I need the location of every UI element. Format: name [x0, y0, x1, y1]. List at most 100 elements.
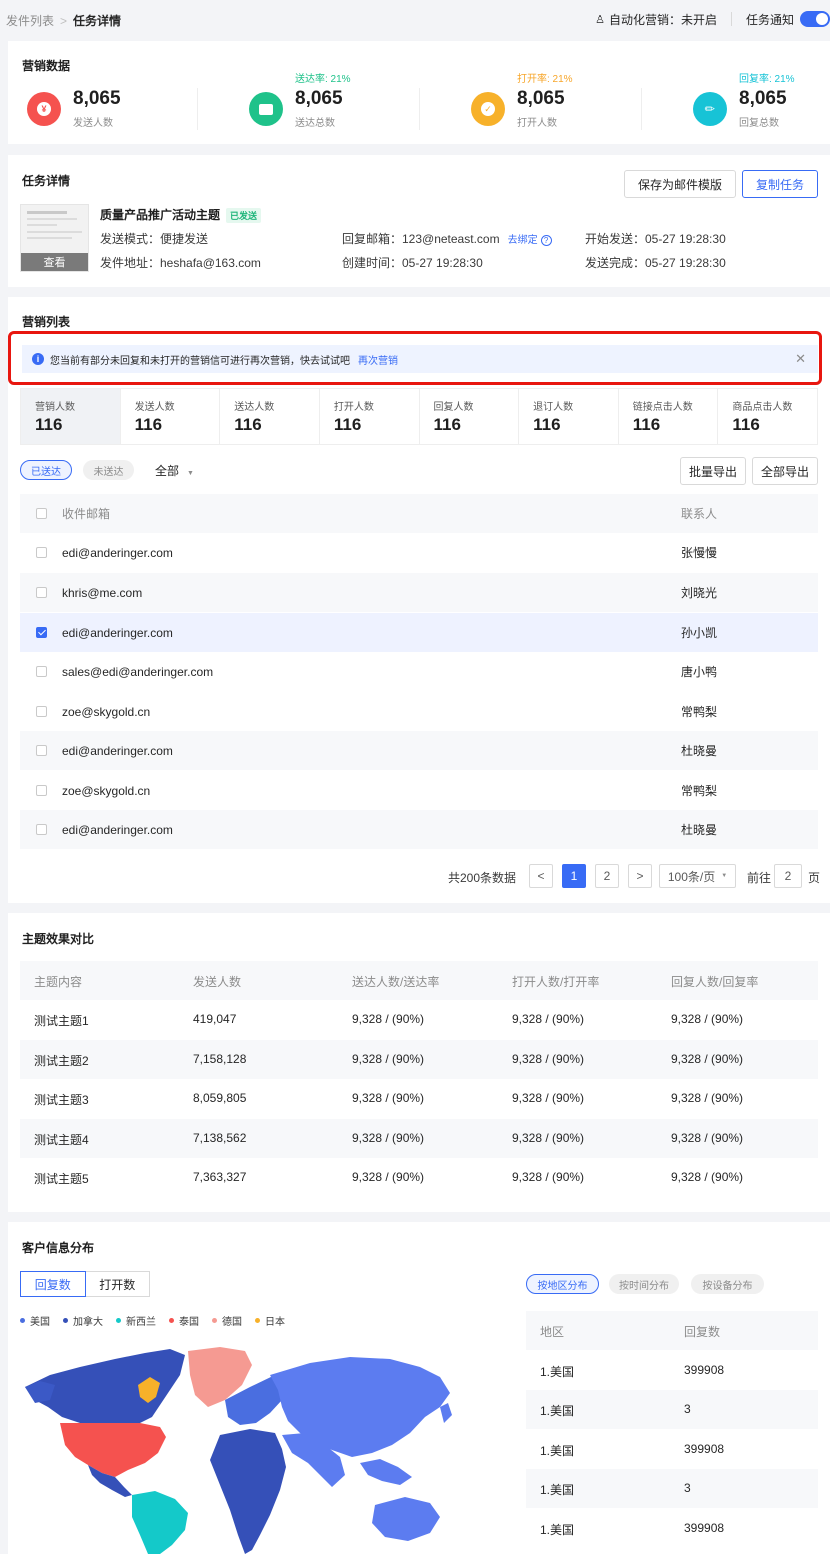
breadcrumb: 发件列表 > 任务详情 [6, 12, 121, 29]
count-value: 116 [632, 415, 661, 434]
caret-down-icon: ▼ [187, 470, 194, 477]
goto-page-input[interactable]: 2 [774, 864, 802, 888]
header-divider [730, 12, 732, 26]
legend-item[interactable]: 日本 [255, 1313, 285, 1328]
customer-dist-title: 客户信息分布 [22, 1241, 95, 1255]
count-tab-sent[interactable]: 发送人数 116 [121, 389, 221, 444]
legend-dot [169, 1318, 174, 1323]
column-header: 地区 [540, 1325, 565, 1339]
automation-status[interactable]: 未开启 [681, 11, 717, 28]
tab-open-count[interactable]: 打开数 [85, 1271, 150, 1297]
legend-item[interactable]: 新西兰 [116, 1313, 156, 1328]
table-row[interactable]: khris@me.com 刘晓光 [20, 573, 818, 612]
cell: 9,328 / (90%) [671, 1052, 744, 1066]
legend-dot [212, 1318, 217, 1323]
cell: 1.美国 [540, 1523, 575, 1537]
row-checkbox[interactable] [36, 547, 47, 558]
row-email: edi@anderinger.com [62, 822, 173, 837]
legend-label: 德国 [222, 1317, 242, 1328]
export-all-button[interactable]: 全部导出 [752, 457, 818, 485]
help-icon[interactable]: ? [540, 235, 552, 246]
count-tab-marketing[interactable]: 营销人数 116 [21, 389, 121, 444]
count-label: 打开人数 [333, 402, 374, 413]
stat-value: 8,065 [517, 88, 565, 109]
count-label: 回复人数 [433, 402, 474, 413]
cell: 9,328 / (90%) [352, 1012, 425, 1026]
count-tab-replied[interactable]: 回复人数 116 [420, 389, 520, 444]
row-checkbox[interactable] [36, 706, 47, 717]
legend-item[interactable]: 泰国 [169, 1313, 199, 1328]
task-subject: 质量产品推广活动主题 已发送 [100, 206, 262, 224]
table-row[interactable]: zoe@skygold.cn 常鸭梨 [20, 771, 818, 810]
row-checkbox[interactable] [36, 627, 47, 638]
robot-icon: ♙ [595, 13, 605, 26]
table-row[interactable]: zoe@skygold.cn 常鸭梨 [20, 692, 818, 731]
tab-by-device[interactable]: 按设备分布 [691, 1274, 764, 1294]
save-template-button[interactable]: 保存为邮件模版 [624, 170, 736, 198]
legend-item[interactable]: 德国 [212, 1313, 242, 1328]
legend-label: 加拿大 [73, 1317, 103, 1328]
cell: 7,138,562 [193, 1131, 247, 1145]
table-row[interactable]: sales@edi@anderinger.com 唐小鸭 [20, 652, 818, 691]
table-row[interactable]: edi@anderinger.com 孙小凯 [20, 613, 818, 652]
stat-delivered: 送达率: 21% 8,065 送达总数 [249, 48, 429, 136]
count-tab-link-click[interactable]: 链接点击人数 116 [619, 389, 719, 444]
page-size-select[interactable]: 100条/页 ▼ [659, 864, 736, 888]
thumbnail-view-button[interactable]: 查看 [21, 253, 88, 271]
legend-item[interactable]: 美国 [20, 1313, 50, 1328]
filter-all-dropdown[interactable]: 全部 ▼ [155, 462, 194, 479]
batch-export-button[interactable]: 批量导出 [680, 457, 746, 485]
cell: 测试主题5 [34, 1172, 89, 1186]
column-header: 回复数 [684, 1325, 721, 1339]
page-1[interactable]: 1 [562, 864, 586, 888]
legend-dot [20, 1318, 25, 1323]
pagination-total: 共200条数据 [448, 871, 517, 885]
tab-by-region[interactable]: 按地区分布 [526, 1274, 599, 1294]
row-checkbox[interactable] [36, 587, 47, 598]
map-region-usa [60, 1423, 166, 1477]
row-email: zoe@skygold.cn [62, 783, 151, 798]
filter-all-label: 全部 [155, 464, 180, 478]
count-tab-delivered[interactable]: 送达人数 116 [220, 389, 320, 444]
cell: 1.美国 [540, 1444, 575, 1458]
cell: 9,328 / (90%) [352, 1131, 425, 1145]
row-contact: 杜晓曼 [681, 823, 718, 837]
stat-label: 回复总数 [739, 118, 779, 129]
breadcrumb-parent[interactable]: 发件列表 [6, 14, 54, 28]
copy-task-button[interactable]: 复制任务 [742, 170, 818, 198]
status-badge: 已发送 [226, 208, 262, 224]
breadcrumb-current: 任务详情 [73, 14, 122, 28]
reply-icon: ✎ [693, 92, 727, 126]
row-checkbox[interactable] [36, 824, 47, 835]
count-tab-opened[interactable]: 打开人数 116 [320, 389, 420, 444]
tab-by-time[interactable]: 按时间分布 [609, 1274, 679, 1294]
bind-link[interactable]: 去绑定 [508, 235, 538, 246]
count-tab-product-click[interactable]: 商品点击人数 116 [718, 389, 817, 444]
world-map[interactable] [20, 1345, 460, 1554]
legend-item[interactable]: 加拿大 [63, 1313, 103, 1328]
page-2[interactable]: 2 [595, 864, 619, 888]
row-checkbox[interactable] [36, 745, 47, 756]
select-all-checkbox[interactable] [36, 508, 47, 519]
row-checkbox[interactable] [36, 666, 47, 677]
row-checkbox[interactable] [36, 785, 47, 796]
next-page-button[interactable]: > [628, 864, 652, 888]
notify-toggle[interactable] [800, 11, 830, 27]
count-value: 116 [234, 415, 262, 434]
column-header: 发送人数 [193, 975, 242, 989]
table-row[interactable]: edi@anderinger.com 杜晓曼 [20, 810, 818, 849]
filter-sent[interactable]: 已送达 [20, 460, 72, 480]
count-value: 116 [433, 415, 461, 434]
count-tab-unsubscribed[interactable]: 退订人数 116 [519, 389, 619, 444]
region-row: 1.美国 399908 [526, 1509, 818, 1548]
email-thumbnail[interactable]: 查看 [20, 204, 89, 272]
tab-reply-count[interactable]: 回复数 [20, 1271, 86, 1297]
cell: 9,328 / (90%) [671, 1131, 744, 1145]
cell: 399908 [684, 1521, 725, 1535]
prev-page-button[interactable]: < [529, 864, 553, 888]
table-row[interactable]: edi@anderinger.com 杜晓曼 [20, 731, 818, 770]
breadcrumb-separator: > [60, 14, 68, 28]
table-row[interactable]: edi@anderinger.com 张慢慢 [20, 533, 818, 572]
filter-unsent[interactable]: 未送达 [83, 460, 134, 480]
cell: 3 [684, 1481, 691, 1495]
